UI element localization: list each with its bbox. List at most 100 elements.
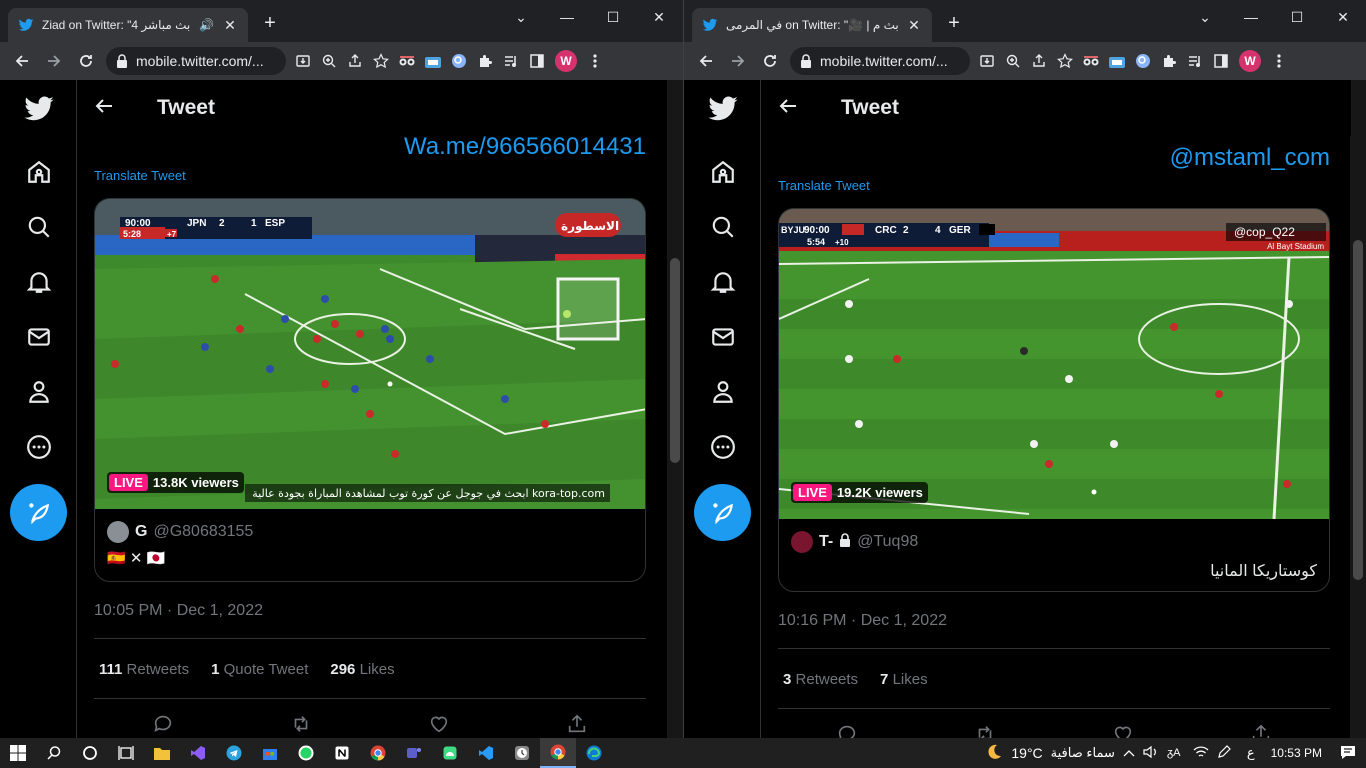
live-video-player[interactable]: 90:00 JPN 2 1 ESP 5:28 +7 الاسطورة ابحث … [95,199,645,509]
extension-tv-icon[interactable] [420,47,446,75]
chrome-icon[interactable] [360,738,396,768]
share-upload-icon[interactable] [1249,722,1273,738]
notifications-bell-icon[interactable] [20,263,58,301]
pen-icon[interactable] [1217,744,1231,762]
profile-avatar[interactable]: W [550,47,582,75]
install-icon[interactable] [290,47,316,75]
close-tab-icon[interactable]: ✕ [906,17,922,34]
home-icon[interactable] [20,153,58,191]
side-panel-icon[interactable] [524,47,550,75]
quotes-stat[interactable]: 1 Quote Tweet [211,661,308,678]
cortana-icon[interactable] [72,738,108,768]
chevron-down-icon[interactable]: ⌄ [498,4,544,30]
side-panel-icon[interactable] [1208,47,1234,75]
chevron-down-icon[interactable]: ⌄ [1182,4,1228,30]
close-window-button[interactable]: ✕ [1320,4,1366,30]
tweet-link[interactable]: Wa.me/966566014431 [404,133,646,161]
extensions-puzzle-icon[interactable] [1156,47,1182,75]
reload-icon[interactable] [754,45,786,77]
profile-icon[interactable] [704,373,742,411]
bookmark-star-icon[interactable] [368,47,394,75]
forward-arrow-icon[interactable] [38,45,70,77]
likes-stat[interactable]: 7 Likes [880,671,928,688]
mention-link[interactable]: @mstaml_com [1170,144,1330,172]
compose-tweet-button[interactable] [10,484,67,541]
extension-lens-icon[interactable] [1130,47,1156,75]
extension-spy-icon[interactable] [1078,47,1104,75]
more-menu-icon[interactable] [1266,47,1292,75]
extension-lens-icon[interactable] [446,47,472,75]
clock-time[interactable]: 10:53 PM [1271,746,1322,760]
home-icon[interactable] [704,153,742,191]
scrollbar[interactable] [667,80,683,738]
minimize-button[interactable]: — [544,4,590,30]
compose-tweet-button[interactable] [694,484,751,541]
close-tab-icon[interactable]: ✕ [222,17,238,34]
minimize-button[interactable]: — [1228,4,1274,30]
whatsapp-icon[interactable] [288,738,324,768]
notifications-bell-icon[interactable] [704,263,742,301]
share-icon[interactable] [342,47,368,75]
live-video-player[interactable]: BYJU 90:00 CRC 2 4 GER 5:54 +10 @cop_Q22… [779,209,1329,519]
bookmark-star-icon[interactable] [1052,47,1078,75]
reply-icon[interactable] [835,722,859,738]
maximize-button[interactable]: ☐ [1274,4,1320,30]
search-icon[interactable] [20,208,58,246]
more-menu-icon[interactable] [582,47,608,75]
like-heart-icon[interactable] [427,712,451,736]
language-switch-icon[interactable]: ᵹA [1167,745,1185,762]
back-arrow-icon[interactable] [95,98,117,119]
edge-icon[interactable] [576,738,612,768]
tweet-timestamp[interactable]: 10:05 PM · Dec 1, 2022 [94,602,263,620]
back-arrow-icon[interactable] [6,45,38,77]
zoom-icon[interactable] [316,47,342,75]
volume-icon[interactable] [1143,745,1159,762]
tweet-timestamp[interactable]: 10:16 PM · Dec 1, 2022 [778,612,947,630]
likes-stat[interactable]: 296 Likes [330,661,394,678]
media-control-icon[interactable] [1182,47,1208,75]
speaker-icon[interactable]: 🔊 [199,18,214,32]
share-upload-icon[interactable] [565,712,589,736]
weather-moon-icon[interactable] [985,743,1003,764]
weather-desc[interactable]: سماء صافية [1051,745,1115,761]
more-options-icon[interactable] [704,428,742,466]
retweets-stat[interactable]: 3 Retweets [783,671,858,688]
file-explorer-icon[interactable] [144,738,180,768]
reload-icon[interactable] [70,45,102,77]
translate-tweet-link[interactable]: Translate Tweet [94,168,186,183]
weather-temp[interactable]: 19°C [1011,745,1042,761]
twitter-logo-icon[interactable] [704,90,742,128]
translate-tweet-link[interactable]: Translate Tweet [778,178,870,193]
quoted-tweet-card[interactable]: 90:00 JPN 2 1 ESP 5:28 +7 الاسطورة ابحث … [94,198,646,582]
messages-mail-icon[interactable] [704,318,742,356]
close-window-button[interactable]: ✕ [636,4,682,30]
scrollbar[interactable] [1350,80,1366,738]
twitter-logo-icon[interactable] [20,90,58,128]
address-bar[interactable]: mobile.twitter.com/... [106,47,286,75]
profile-icon[interactable] [20,373,58,411]
visual-studio-icon[interactable] [180,738,216,768]
profile-avatar[interactable]: W [1234,47,1266,75]
vscode-icon[interactable] [468,738,504,768]
new-tab-button[interactable]: + [942,12,966,35]
retweet-icon[interactable] [973,722,997,738]
reply-icon[interactable] [151,712,175,736]
teams-icon[interactable] [396,738,432,768]
input-language[interactable]: ع [1247,745,1255,761]
android-app-icon[interactable] [432,738,468,768]
retweets-stat[interactable]: 111 Retweets [99,661,189,678]
telegram-icon[interactable] [216,738,252,768]
notion-icon[interactable] [324,738,360,768]
search-icon[interactable] [704,208,742,246]
clock-app-icon[interactable] [504,738,540,768]
browser-tab[interactable]: في المرمى on Twitter: "🎥 | بث م ✕ [692,8,932,42]
extension-spy-icon[interactable] [394,47,420,75]
forward-arrow-icon[interactable] [722,45,754,77]
extension-tv-icon[interactable] [1104,47,1130,75]
browser-tab[interactable]: Ziad on Twitter: "4 بث مباشر 🔊 ✕ [8,8,248,42]
windows-start-icon[interactable] [0,738,36,768]
more-options-icon[interactable] [20,428,58,466]
like-heart-icon[interactable] [1111,722,1135,738]
extensions-puzzle-icon[interactable] [472,47,498,75]
back-arrow-icon[interactable] [779,98,801,119]
